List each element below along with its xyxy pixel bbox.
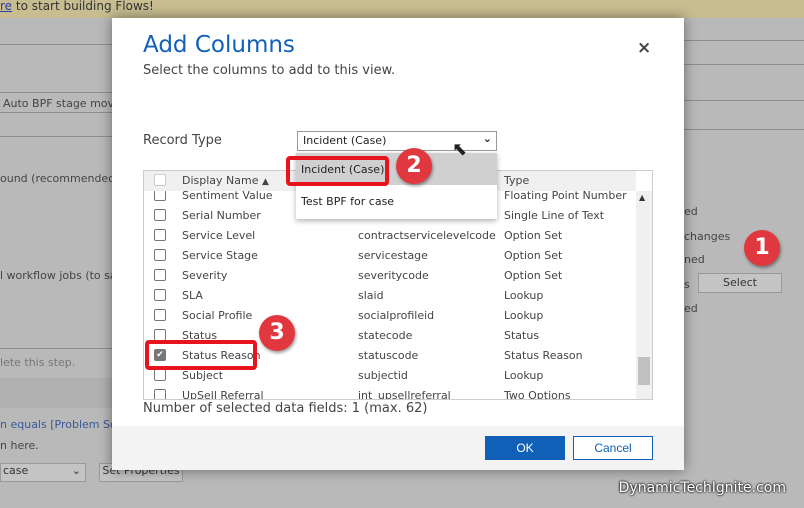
table-row[interactable]: Service Stage servicestage Option Set <box>144 246 636 266</box>
bg-text: lete this step. <box>0 356 76 369</box>
record-type-label: Record Type <box>143 133 222 148</box>
row-checkbox[interactable] <box>154 309 166 321</box>
chevron-down-icon: ⌄ <box>482 132 492 145</box>
field-type: Option Set <box>504 269 563 282</box>
entity-dropdown[interactable]: case ⌄ <box>0 463 86 482</box>
display-name: Social Profile <box>182 309 253 322</box>
bg-text: changes <box>684 230 731 243</box>
display-name: Severity <box>182 269 228 282</box>
sort-asc-icon: ▲ <box>262 177 269 187</box>
select-button[interactable]: Select <box>698 273 782 293</box>
watermark: DynamicTechIgnite.com <box>618 480 786 496</box>
row-checkbox[interactable] <box>154 209 166 221</box>
bg-text: s <box>684 278 690 291</box>
display-name: Service Level <box>182 229 256 242</box>
schema-name: severitycode <box>358 269 429 282</box>
schema-name: subjectid <box>358 369 408 382</box>
divider <box>0 136 112 137</box>
row-checkbox[interactable] <box>154 249 166 261</box>
divider <box>684 40 804 41</box>
dialog-subtitle: Select the columns to add to this view. <box>143 63 396 78</box>
bg-text: ed <box>684 302 698 315</box>
table-row[interactable]: Social Profile socialprofileid Lookup <box>144 306 636 326</box>
close-icon[interactable]: × <box>637 38 651 58</box>
cursor-icon: ⬉ <box>452 139 468 160</box>
scrollbar-thumb[interactable] <box>638 357 650 385</box>
step-badge-1: 1 <box>744 230 780 266</box>
schema-name: statecode <box>358 329 413 342</box>
display-name: Serial Number <box>182 209 261 222</box>
schema-name: socialprofileid <box>358 309 435 322</box>
bg-text: ned <box>684 253 705 266</box>
divider <box>0 112 112 113</box>
banner-text: to start building Flows! <box>12 0 154 13</box>
table-row[interactable]: Service Level contractservicelevelcode Opt… <box>144 226 636 246</box>
display-name: UpSell Referral <box>182 389 264 400</box>
field-type: Single Line of Text <box>504 209 605 222</box>
divider <box>684 64 804 65</box>
divider <box>0 92 112 93</box>
field-type: Option Set <box>504 229 563 242</box>
schema-name: slaid <box>358 289 384 302</box>
highlight-box <box>286 156 389 186</box>
cancel-button[interactable]: Cancel <box>573 436 653 460</box>
bg-text: ound (recommended) <box>0 172 120 185</box>
divider <box>684 129 804 130</box>
row-checkbox[interactable] <box>154 269 166 281</box>
scroll-up-icon: ▲ <box>639 193 646 202</box>
row-checkbox[interactable] <box>154 369 166 381</box>
field-type: Two Options <box>504 389 571 400</box>
dialog-title: Add Columns <box>143 32 295 58</box>
field-type: Option Set <box>504 249 563 262</box>
flows-banner: re to start building Flows! <box>0 0 804 18</box>
table-row[interactable]: Severity severitycode Option Set <box>144 266 636 286</box>
display-name: SLA <box>182 289 203 302</box>
divider <box>684 100 804 101</box>
schema-name: statuscode <box>358 349 419 362</box>
bg-band <box>0 378 112 408</box>
field-type: Status Reason <box>504 349 583 362</box>
field-type: Status <box>504 329 540 342</box>
bg-text: n here. <box>0 439 39 452</box>
divider <box>0 44 112 45</box>
bg-text: l workflow jobs (to save <box>0 269 130 282</box>
option-test-bpf[interactable]: Test BPF for case <box>296 185 497 217</box>
schema-name: int_upsellreferral <box>358 389 451 400</box>
banner-link[interactable]: re <box>0 0 12 13</box>
table-row[interactable]: SLA slaid Lookup <box>144 286 636 306</box>
select-all-checkbox[interactable] <box>154 174 166 186</box>
table-row[interactable]: UpSell Referral int_upsellreferral Two Opt… <box>144 386 636 400</box>
field-type: Lookup <box>504 309 544 322</box>
selected-count: Number of selected data fields: 1 (max. … <box>143 401 428 416</box>
highlight-box <box>145 340 257 370</box>
schema-name: servicestage <box>358 249 428 262</box>
col-type[interactable]: Type <box>504 174 529 187</box>
display-name: Subject <box>182 369 224 382</box>
field-type: Lookup <box>504 289 544 302</box>
row-checkbox[interactable] <box>154 229 166 241</box>
ok-button[interactable]: OK <box>485 436 565 460</box>
schema-name: contractservicelevelcode <box>358 229 496 242</box>
field-type: Lookup <box>504 369 544 382</box>
add-columns-dialog: Add Columns Select the columns to add to… <box>112 18 684 470</box>
row-checkbox[interactable] <box>154 389 166 399</box>
display-name: Service Stage <box>182 249 258 262</box>
bg-text: ed <box>684 205 698 218</box>
step-badge-2: 2 <box>396 148 432 184</box>
col-display-name[interactable]: Display Name ▲ <box>182 174 269 187</box>
step-badge-3: 3 <box>259 315 295 351</box>
row-checkbox[interactable] <box>154 289 166 301</box>
divider <box>0 348 112 349</box>
